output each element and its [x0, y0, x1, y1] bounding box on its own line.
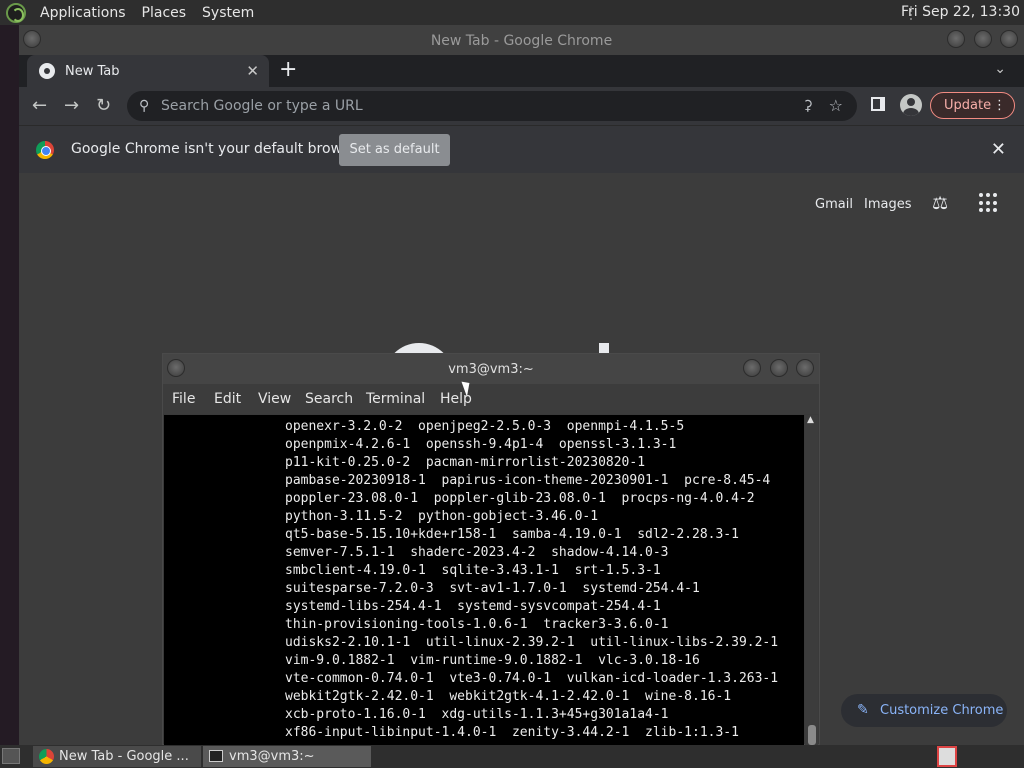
- share-icon[interactable]: ⚳: [803, 91, 813, 121]
- maximize-button[interactable]: [974, 30, 992, 48]
- update-label: Update: [944, 98, 992, 113]
- terminal-line: smbclient-4.19.0-1 sqlite-3.43.1-1 srt-1…: [285, 563, 661, 578]
- terminal-scrollbar[interactable]: ▲: [805, 415, 818, 745]
- bookmark-star-icon[interactable]: ☆: [829, 91, 843, 121]
- search-icon: ⚲: [139, 98, 150, 114]
- update-button[interactable]: Update ⋮: [930, 92, 1015, 119]
- default-browser-infobar: Google Chrome isn't your default browser…: [19, 125, 1024, 173]
- terminal-line: python-3.11.5-2 python-gobject-3.46.0-1: [285, 509, 599, 524]
- omnibox[interactable]: ⚲ Search Google or type a URL ⚳ ☆: [127, 91, 857, 121]
- terminal-line: udisks2-2.10.1-1 util-linux-2.39.2-1 uti…: [285, 635, 779, 650]
- new-tab-button[interactable]: +: [279, 57, 297, 82]
- browser-toolbar: ← → ↻ ⚲ Search Google or type a URL ⚳ ☆ …: [19, 87, 1024, 125]
- taskbar-item-label: New Tab - Google ...: [59, 749, 189, 764]
- distro-logo-icon[interactable]: [6, 2, 26, 23]
- side-panel-icon[interactable]: [871, 97, 885, 111]
- back-arrow-icon[interactable]: ←: [32, 95, 47, 116]
- minimize-button[interactable]: [947, 30, 965, 48]
- images-link[interactable]: Images: [864, 197, 912, 212]
- chrome-window-title: New Tab - Google Chrome: [430, 33, 613, 49]
- terminal-title: vm3@vm3:~: [448, 362, 534, 377]
- terminal-window: vm3@vm3:~ File Edit View Search Terminal…: [162, 353, 820, 745]
- chrome-titlebar[interactable]: New Tab - Google Chrome: [19, 25, 1024, 55]
- close-window-button[interactable]: [1000, 30, 1018, 48]
- scrollbar-thumb[interactable]: [808, 725, 816, 745]
- terminal-line: xf86-input-libinput-1.4.0-1 zenity-3.44.…: [285, 725, 739, 740]
- terminal-line: openpmix-4.2.6-1 openssh-9.4p1-4 openssl…: [285, 437, 677, 452]
- reload-icon[interactable]: ↻: [96, 95, 111, 116]
- menu-system[interactable]: System: [194, 5, 262, 21]
- terminal-line: vim-9.0.1882-1 vim-runtime-9.0.1882-1 vl…: [285, 653, 700, 668]
- terminal-line: vte-common-0.74.0-1 vte3-0.74.0-1 vulkan…: [285, 671, 779, 686]
- infobar-message: Google Chrome isn't your default browser: [71, 141, 364, 157]
- terminal-maximize-button[interactable]: [770, 359, 788, 377]
- chrome-icon: [39, 749, 54, 764]
- desktop-background: [0, 25, 19, 745]
- chrome-logo-icon: [36, 141, 54, 159]
- terminal-output[interactable]: openexr-3.2.0-2 openjpeg2-2.5.0-3 openmp…: [164, 415, 804, 745]
- terminal-line: qt5-base-5.15.10+kde+r158-1 samba-4.19.0…: [285, 527, 739, 542]
- menu-applications[interactable]: Applications: [32, 5, 134, 21]
- taskbar-item-chrome[interactable]: New Tab - Google ...: [33, 746, 201, 767]
- menu-places[interactable]: Places: [134, 5, 195, 21]
- terminal-line: systemd-libs-254.4-1 systemd-sysvcompat-…: [285, 599, 661, 614]
- infobar-close-icon[interactable]: ✕: [991, 139, 1006, 160]
- terminal-line: pambase-20230918-1 papirus-icon-theme-20…: [285, 473, 771, 488]
- terminal-line: webkit2gtk-2.42.0-1 webkit2gtk-4.1-2.42.…: [285, 689, 732, 704]
- customize-chrome-button[interactable]: ✎ Customize Chrome: [841, 694, 1007, 727]
- tab-close-icon[interactable]: ✕: [246, 62, 259, 80]
- menu-file[interactable]: File: [172, 391, 195, 407]
- terminal-icon: [209, 750, 223, 762]
- pencil-icon: ✎: [857, 702, 869, 718]
- menu-search[interactable]: Search: [305, 391, 353, 407]
- tab-search-chevron-icon[interactable]: ⌄: [994, 61, 1006, 77]
- tab-title: New Tab: [65, 63, 120, 79]
- scroll-up-arrow-icon[interactable]: ▲: [807, 415, 814, 425]
- terminal-line: suitesparse-7.2.0-3 svt-av1-1.7.0-1 syst…: [285, 581, 700, 596]
- terminal-line: openexr-3.2.0-2 openjpeg2-2.5.0-3 openmp…: [285, 419, 685, 434]
- omnibox-placeholder: Search Google or type a URL: [161, 98, 363, 114]
- terminal-window-menu-button[interactable]: [167, 359, 185, 377]
- terminal-line: semver-7.5.1-1 shaderc-2023.4-2 shadow-4…: [285, 545, 669, 560]
- clock[interactable]: Fri Sep 22, 13:30: [901, 4, 1020, 20]
- terminal-line: thin-provisioning-tools-1.0.6-1 tracker3…: [285, 617, 669, 632]
- set-as-default-button[interactable]: Set as default: [339, 134, 450, 166]
- forward-arrow-icon[interactable]: →: [64, 95, 79, 116]
- terminal-line: p11-kit-0.25.0-2 pacman-mirrorlist-20230…: [285, 455, 646, 470]
- terminal-menubar: File Edit View Search Terminal Help: [163, 384, 819, 414]
- bottom-taskbar: New Tab - Google ... vm3@vm3:~: [0, 745, 1024, 768]
- google-apps-icon[interactable]: [979, 193, 999, 213]
- labs-flask-icon[interactable]: ⚖: [932, 193, 948, 214]
- menu-view[interactable]: View: [258, 391, 291, 407]
- top-panel: Applications Places System Fri Sep 22, 1…: [0, 0, 1024, 25]
- taskbar-item-label: vm3@vm3:~: [229, 749, 315, 764]
- terminal-titlebar[interactable]: vm3@vm3:~: [163, 354, 819, 384]
- window-menu-button[interactable]: [23, 30, 41, 48]
- taskbar-item-terminal[interactable]: vm3@vm3:~: [203, 746, 371, 767]
- tab-new-tab[interactable]: New Tab ✕: [27, 55, 269, 87]
- gmail-link[interactable]: Gmail: [815, 197, 853, 212]
- menu-terminal[interactable]: Terminal: [366, 391, 425, 407]
- terminal-close-button[interactable]: [796, 359, 814, 377]
- chrome-favicon-icon: [39, 63, 55, 79]
- terminal-lines: openexr-3.2.0-2 openjpeg2-2.5.0-3 openmp…: [285, 418, 778, 742]
- tab-strip: New Tab ✕ + ⌄: [19, 55, 1024, 87]
- show-desktop-icon[interactable]: [2, 748, 20, 764]
- kebab-menu-icon[interactable]: ⋮: [993, 93, 1006, 118]
- customize-label: Customize Chrome: [880, 703, 1004, 718]
- trash-icon[interactable]: [937, 746, 957, 767]
- menu-edit[interactable]: Edit: [214, 391, 241, 407]
- terminal-line: poppler-23.08.0-1 poppler-glib-23.08.0-1…: [285, 491, 755, 506]
- terminal-line: xcb-proto-1.16.0-1 xdg-utils-1.1.3+45+g3…: [285, 707, 669, 722]
- profile-avatar-icon[interactable]: [900, 94, 922, 116]
- terminal-minimize-button[interactable]: [743, 359, 761, 377]
